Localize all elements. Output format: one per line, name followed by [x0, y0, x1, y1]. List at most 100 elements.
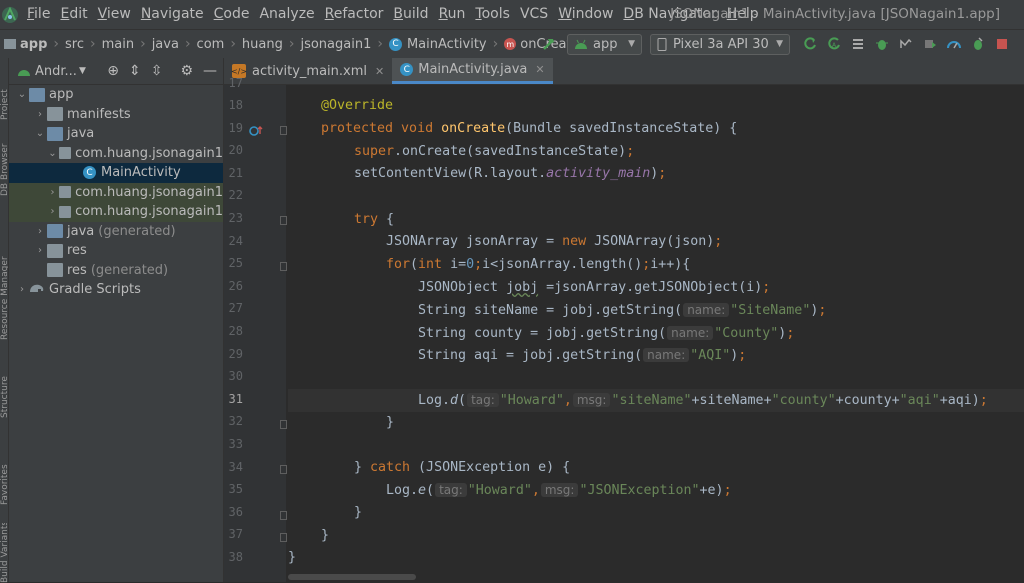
collapse-all-icon[interactable]: ⇳	[151, 63, 163, 79]
tree-item[interactable]: › com.huang.jsonagain1	[9, 182, 223, 202]
run-config-select[interactable]: app ▼	[567, 33, 642, 55]
menu-file[interactable]: File	[22, 0, 55, 29]
chevron-down-icon[interactable]: ⌄	[46, 148, 58, 159]
breadcrumb-item[interactable]: huang	[242, 37, 283, 52]
breadcrumb-item[interactable]: C MainActivity	[388, 37, 487, 52]
tree-item[interactable]: ⌄ app	[9, 85, 223, 105]
code-line-18: @Override	[321, 98, 394, 113]
tree-item[interactable]: › Gradle Scripts	[9, 280, 223, 300]
line-number: 23	[228, 211, 243, 225]
chevron-down-icon[interactable]: ⌄	[33, 128, 47, 139]
tree-item[interactable]: ⌄ com.huang.jsonagain1	[9, 144, 223, 164]
breadcrumb-item[interactable]: java	[152, 37, 179, 52]
fold-marker-icon[interactable]	[280, 262, 287, 271]
chevron-down-icon[interactable]: ▼	[79, 66, 86, 76]
code-line-34: } catch (JSONException e) {	[354, 460, 571, 475]
breadcrumb-item[interactable]: main	[102, 37, 134, 52]
menu-vcs[interactable]: VCS	[515, 0, 553, 29]
debug-bug-icon[interactable]	[870, 32, 894, 56]
horizontal-scrollbar[interactable]	[288, 574, 416, 580]
editor-tab-label: MainActivity.java	[418, 62, 528, 77]
tree-item[interactable]: C MainActivity	[9, 163, 223, 183]
code-line-32: }	[386, 415, 395, 430]
breadcrumb-item[interactable]: com	[197, 37, 225, 52]
chevron-right-icon[interactable]: ›	[33, 109, 47, 120]
hammer-icon[interactable]	[537, 32, 561, 56]
code-line-20: super.onCreate(savedInstanceState);	[354, 144, 635, 159]
chevron-right-icon[interactable]: ›	[15, 284, 29, 295]
profiler-gauge-icon[interactable]	[942, 32, 966, 56]
structure-tool-tab[interactable]: Structure	[0, 358, 8, 418]
device-select[interactable]: Pixel 3a API 30 ▼	[650, 33, 790, 55]
chevron-right-icon[interactable]: ›	[33, 245, 47, 256]
code-editor[interactable]: @Override protected void onCreate(Bundle…	[288, 85, 1024, 582]
profile-icon[interactable]	[894, 32, 918, 56]
locate-icon[interactable]: ⊕	[107, 63, 119, 79]
chevron-right-icon[interactable]: ›	[33, 226, 47, 237]
fold-marker-icon[interactable]	[280, 533, 287, 542]
apply-changes-icon[interactable]: A	[822, 32, 846, 56]
fold-marker-icon[interactable]	[280, 511, 287, 520]
folder-icon	[4, 39, 16, 49]
menu-build[interactable]: Build	[388, 0, 433, 29]
app-inspection-icon[interactable]	[966, 32, 990, 56]
close-icon[interactable]: ✕	[375, 65, 384, 78]
menu-edit[interactable]: Edit	[55, 0, 92, 29]
menu-navigate[interactable]: Navigate	[136, 0, 209, 29]
tree-item[interactable]: › java (generated)	[9, 222, 223, 242]
breadcrumb-label: app	[20, 36, 48, 52]
gear-icon[interactable]: ⚙	[180, 63, 193, 79]
expand-all-icon[interactable]: ⇕	[129, 63, 141, 79]
db-browser-tool-tab[interactable]: DB Browser	[0, 136, 8, 196]
rerun-icon[interactable]	[798, 32, 822, 56]
menu-run[interactable]: Run	[434, 0, 471, 29]
coverage-icon[interactable]	[846, 32, 870, 56]
override-method-icon[interactable]	[249, 122, 263, 141]
breadcrumb-item[interactable]: jsonagain1	[300, 37, 371, 52]
menu-window[interactable]: Window	[553, 0, 618, 29]
build-variants-tool-tab[interactable]: Build Variants	[0, 523, 8, 583]
close-icon[interactable]: ✕	[535, 63, 544, 76]
stop-icon[interactable]	[990, 32, 1014, 56]
tree-item[interactable]: res (generated)	[9, 261, 223, 281]
tree-item-label: java	[67, 126, 95, 142]
line-number: 36	[228, 504, 243, 519]
tree-item-label: com.huang.jsonagain1	[75, 184, 223, 200]
tree-item[interactable]: › com.huang.jsonagain1	[9, 202, 223, 222]
menu-mnemonic: E	[60, 6, 70, 22]
editor-tab-activity-main[interactable]: </> activity_main.xml ✕	[224, 58, 392, 84]
breadcrumb-separator-icon: ›	[288, 36, 295, 52]
chevron-down-icon[interactable]: ⌄	[15, 89, 29, 100]
tree-item[interactable]: › res	[9, 241, 223, 261]
resource-manager-tool-tab[interactable]: Resource Manager	[0, 230, 8, 340]
class-icon: C	[83, 166, 96, 180]
favorites-tool-tab[interactable]: Favorites	[0, 443, 8, 505]
fold-marker-icon[interactable]	[280, 126, 287, 135]
code-line-24: JSONArray jsonArray = new JSONArray(json…	[386, 234, 723, 249]
fold-marker-icon[interactable]	[280, 420, 287, 429]
breadcrumb-separator-icon: ›	[140, 36, 146, 52]
chevron-right-icon[interactable]: ›	[46, 206, 58, 217]
project-view-select[interactable]: Andr...	[35, 64, 77, 79]
attach-debugger-icon[interactable]	[918, 32, 942, 56]
menu-view[interactable]: View	[93, 0, 136, 29]
tree-item[interactable]: ⌄ java	[9, 124, 223, 144]
fold-marker-icon[interactable]	[280, 216, 287, 225]
chevron-right-icon[interactable]: ›	[46, 187, 58, 198]
breadcrumb-item[interactable]: src	[65, 37, 84, 52]
editor-tab-main-activity[interactable]: C MainActivity.java ✕	[392, 58, 553, 84]
device-label: Pixel 3a API 30	[673, 36, 769, 52]
editor-gutter[interactable]: 17 18 19 20 21 22 23 24 25 26 27 28 29 30 31 32 33 34 35 3…	[224, 76, 287, 582]
menu-code[interactable]: Code	[209, 0, 255, 29]
hide-icon[interactable]: —	[203, 63, 217, 79]
menu-tools[interactable]: Tools	[470, 0, 515, 29]
menu-analyze[interactable]: Analyze	[254, 0, 319, 29]
project-tool-tab[interactable]: Project	[0, 60, 8, 120]
menu-refactor[interactable]: Refactor	[320, 0, 389, 29]
breadcrumb-item[interactable]: app	[4, 37, 47, 52]
tree-item[interactable]: › manifests	[9, 105, 223, 125]
menu-bar: File Edit View Navigate Code Analyze Refactor B…	[0, 0, 1024, 29]
left-tool-strip: Project DB Browser Resource Manager Stru…	[0, 58, 9, 583]
code-line-26: JSONObject jobj =jsonArray.getJSONObject…	[418, 280, 771, 295]
fold-marker-icon[interactable]	[280, 465, 287, 474]
